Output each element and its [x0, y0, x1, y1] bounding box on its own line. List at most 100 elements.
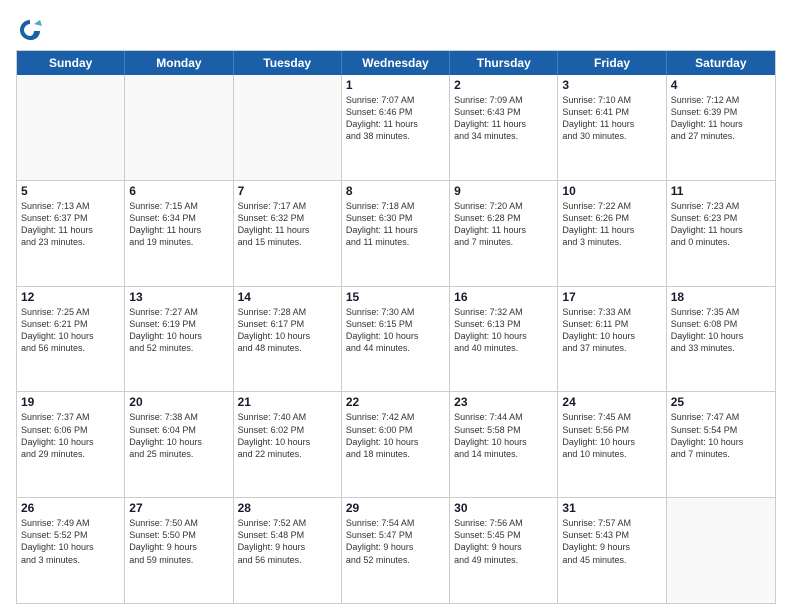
calendar-cell: 25 Sunrise: 7:47 AM Sunset: 5:54 PM Dayli… [667, 392, 775, 497]
logo-icon [16, 16, 44, 44]
calendar-cell: 26 Sunrise: 7:49 AM Sunset: 5:52 PM Dayli… [17, 498, 125, 603]
day-info: Sunrise: 7:45 AM Sunset: 5:56 PM Dayligh… [562, 411, 661, 460]
calendar-cell: 15 Sunrise: 7:30 AM Sunset: 6:15 PM Dayli… [342, 287, 450, 392]
day-info: Sunrise: 7:30 AM Sunset: 6:15 PM Dayligh… [346, 306, 445, 355]
calendar-cell: 1 Sunrise: 7:07 AM Sunset: 6:46 PM Daylig… [342, 75, 450, 180]
day-number: 10 [562, 184, 661, 198]
day-info: Sunrise: 7:49 AM Sunset: 5:52 PM Dayligh… [21, 517, 120, 566]
calendar-cell: 24 Sunrise: 7:45 AM Sunset: 5:56 PM Dayli… [558, 392, 666, 497]
calendar-cell: 16 Sunrise: 7:32 AM Sunset: 6:13 PM Dayli… [450, 287, 558, 392]
day-info: Sunrise: 7:13 AM Sunset: 6:37 PM Dayligh… [21, 200, 120, 249]
day-number: 22 [346, 395, 445, 409]
day-number: 29 [346, 501, 445, 515]
calendar-cell [234, 75, 342, 180]
day-number: 16 [454, 290, 553, 304]
calendar-cell: 4 Sunrise: 7:12 AM Sunset: 6:39 PM Daylig… [667, 75, 775, 180]
day-info: Sunrise: 7:40 AM Sunset: 6:02 PM Dayligh… [238, 411, 337, 460]
day-number: 6 [129, 184, 228, 198]
calendar-cell: 3 Sunrise: 7:10 AM Sunset: 6:41 PM Daylig… [558, 75, 666, 180]
day-info: Sunrise: 7:15 AM Sunset: 6:34 PM Dayligh… [129, 200, 228, 249]
calendar-cell: 13 Sunrise: 7:27 AM Sunset: 6:19 PM Dayli… [125, 287, 233, 392]
day-info: Sunrise: 7:23 AM Sunset: 6:23 PM Dayligh… [671, 200, 771, 249]
calendar-cell: 18 Sunrise: 7:35 AM Sunset: 6:08 PM Dayli… [667, 287, 775, 392]
day-number: 4 [671, 78, 771, 92]
day-number: 23 [454, 395, 553, 409]
calendar-cell: 14 Sunrise: 7:28 AM Sunset: 6:17 PM Dayli… [234, 287, 342, 392]
calendar-cell: 12 Sunrise: 7:25 AM Sunset: 6:21 PM Dayli… [17, 287, 125, 392]
day-info: Sunrise: 7:52 AM Sunset: 5:48 PM Dayligh… [238, 517, 337, 566]
calendar-cell [125, 75, 233, 180]
calendar-row-4: 26 Sunrise: 7:49 AM Sunset: 5:52 PM Dayli… [17, 497, 775, 603]
day-info: Sunrise: 7:50 AM Sunset: 5:50 PM Dayligh… [129, 517, 228, 566]
calendar-cell: 19 Sunrise: 7:37 AM Sunset: 6:06 PM Dayli… [17, 392, 125, 497]
calendar-row-2: 12 Sunrise: 7:25 AM Sunset: 6:21 PM Dayli… [17, 286, 775, 392]
day-info: Sunrise: 7:38 AM Sunset: 6:04 PM Dayligh… [129, 411, 228, 460]
day-number: 18 [671, 290, 771, 304]
day-number: 14 [238, 290, 337, 304]
day-number: 7 [238, 184, 337, 198]
header-day-friday: Friday [558, 51, 666, 75]
day-info: Sunrise: 7:37 AM Sunset: 6:06 PM Dayligh… [21, 411, 120, 460]
calendar-cell: 29 Sunrise: 7:54 AM Sunset: 5:47 PM Dayli… [342, 498, 450, 603]
header-day-thursday: Thursday [450, 51, 558, 75]
day-info: Sunrise: 7:28 AM Sunset: 6:17 PM Dayligh… [238, 306, 337, 355]
calendar-row-1: 5Sunrise: 7:13 AM Sunset: 6:37 PM Daylig… [17, 180, 775, 286]
day-info: Sunrise: 7:56 AM Sunset: 5:45 PM Dayligh… [454, 517, 553, 566]
calendar-cell: 17Sunrise: 7:33 AM Sunset: 6:11 PM Dayli… [558, 287, 666, 392]
day-info: Sunrise: 7:25 AM Sunset: 6:21 PM Dayligh… [21, 306, 120, 355]
day-info: Sunrise: 7:57 AM Sunset: 5:43 PM Dayligh… [562, 517, 661, 566]
header [16, 12, 776, 44]
calendar-body: 1 Sunrise: 7:07 AM Sunset: 6:46 PM Daylig… [17, 75, 775, 603]
day-info: Sunrise: 7:09 AM Sunset: 6:43 PM Dayligh… [454, 94, 553, 143]
calendar-cell: 22 Sunrise: 7:42 AM Sunset: 6:00 PM Dayli… [342, 392, 450, 497]
day-info: Sunrise: 7:32 AM Sunset: 6:13 PM Dayligh… [454, 306, 553, 355]
day-info: Sunrise: 7:07 AM Sunset: 6:46 PM Dayligh… [346, 94, 445, 143]
day-number: 27 [129, 501, 228, 515]
calendar-row-0: 1 Sunrise: 7:07 AM Sunset: 6:46 PM Daylig… [17, 75, 775, 180]
day-info: Sunrise: 7:12 AM Sunset: 6:39 PM Dayligh… [671, 94, 771, 143]
day-info: Sunrise: 7:54 AM Sunset: 5:47 PM Dayligh… [346, 517, 445, 566]
day-number: 11 [671, 184, 771, 198]
calendar-cell: 30Sunrise: 7:56 AM Sunset: 5:45 PM Dayli… [450, 498, 558, 603]
calendar-row-3: 19 Sunrise: 7:37 AM Sunset: 6:06 PM Dayli… [17, 391, 775, 497]
calendar-cell: 20Sunrise: 7:38 AM Sunset: 6:04 PM Dayli… [125, 392, 233, 497]
day-number: 8 [346, 184, 445, 198]
header-day-monday: Monday [125, 51, 233, 75]
calendar-cell: 2 Sunrise: 7:09 AM Sunset: 6:43 PM Daylig… [450, 75, 558, 180]
day-number: 17 [562, 290, 661, 304]
day-number: 9 [454, 184, 553, 198]
day-info: Sunrise: 7:22 AM Sunset: 6:26 PM Dayligh… [562, 200, 661, 249]
calendar-header: SundayMondayTuesdayWednesdayThursdayFrid… [17, 51, 775, 75]
day-info: Sunrise: 7:10 AM Sunset: 6:41 PM Dayligh… [562, 94, 661, 143]
calendar: SundayMondayTuesdayWednesdayThursdayFrid… [16, 50, 776, 604]
calendar-cell: 28 Sunrise: 7:52 AM Sunset: 5:48 PM Dayli… [234, 498, 342, 603]
day-number: 2 [454, 78, 553, 92]
day-info: Sunrise: 7:20 AM Sunset: 6:28 PM Dayligh… [454, 200, 553, 249]
day-number: 19 [21, 395, 120, 409]
day-info: Sunrise: 7:35 AM Sunset: 6:08 PM Dayligh… [671, 306, 771, 355]
calendar-cell [17, 75, 125, 180]
day-number: 15 [346, 290, 445, 304]
day-number: 31 [562, 501, 661, 515]
calendar-cell: 23 Sunrise: 7:44 AM Sunset: 5:58 PM Dayli… [450, 392, 558, 497]
day-number: 26 [21, 501, 120, 515]
day-number: 3 [562, 78, 661, 92]
calendar-cell: 9 Sunrise: 7:20 AM Sunset: 6:28 PM Daylig… [450, 181, 558, 286]
day-info: Sunrise: 7:27 AM Sunset: 6:19 PM Dayligh… [129, 306, 228, 355]
day-number: 12 [21, 290, 120, 304]
day-info: Sunrise: 7:47 AM Sunset: 5:54 PM Dayligh… [671, 411, 771, 460]
header-day-saturday: Saturday [667, 51, 775, 75]
calendar-cell: 27 Sunrise: 7:50 AM Sunset: 5:50 PM Dayli… [125, 498, 233, 603]
logo [16, 16, 48, 44]
day-number: 1 [346, 78, 445, 92]
day-number: 24 [562, 395, 661, 409]
day-info: Sunrise: 7:42 AM Sunset: 6:00 PM Dayligh… [346, 411, 445, 460]
day-number: 28 [238, 501, 337, 515]
day-number: 13 [129, 290, 228, 304]
day-info: Sunrise: 7:17 AM Sunset: 6:32 PM Dayligh… [238, 200, 337, 249]
calendar-cell: 7 Sunrise: 7:17 AM Sunset: 6:32 PM Daylig… [234, 181, 342, 286]
day-number: 25 [671, 395, 771, 409]
calendar-cell: 8Sunrise: 7:18 AM Sunset: 6:30 PM Daylig… [342, 181, 450, 286]
day-info: Sunrise: 7:44 AM Sunset: 5:58 PM Dayligh… [454, 411, 553, 460]
day-number: 21 [238, 395, 337, 409]
